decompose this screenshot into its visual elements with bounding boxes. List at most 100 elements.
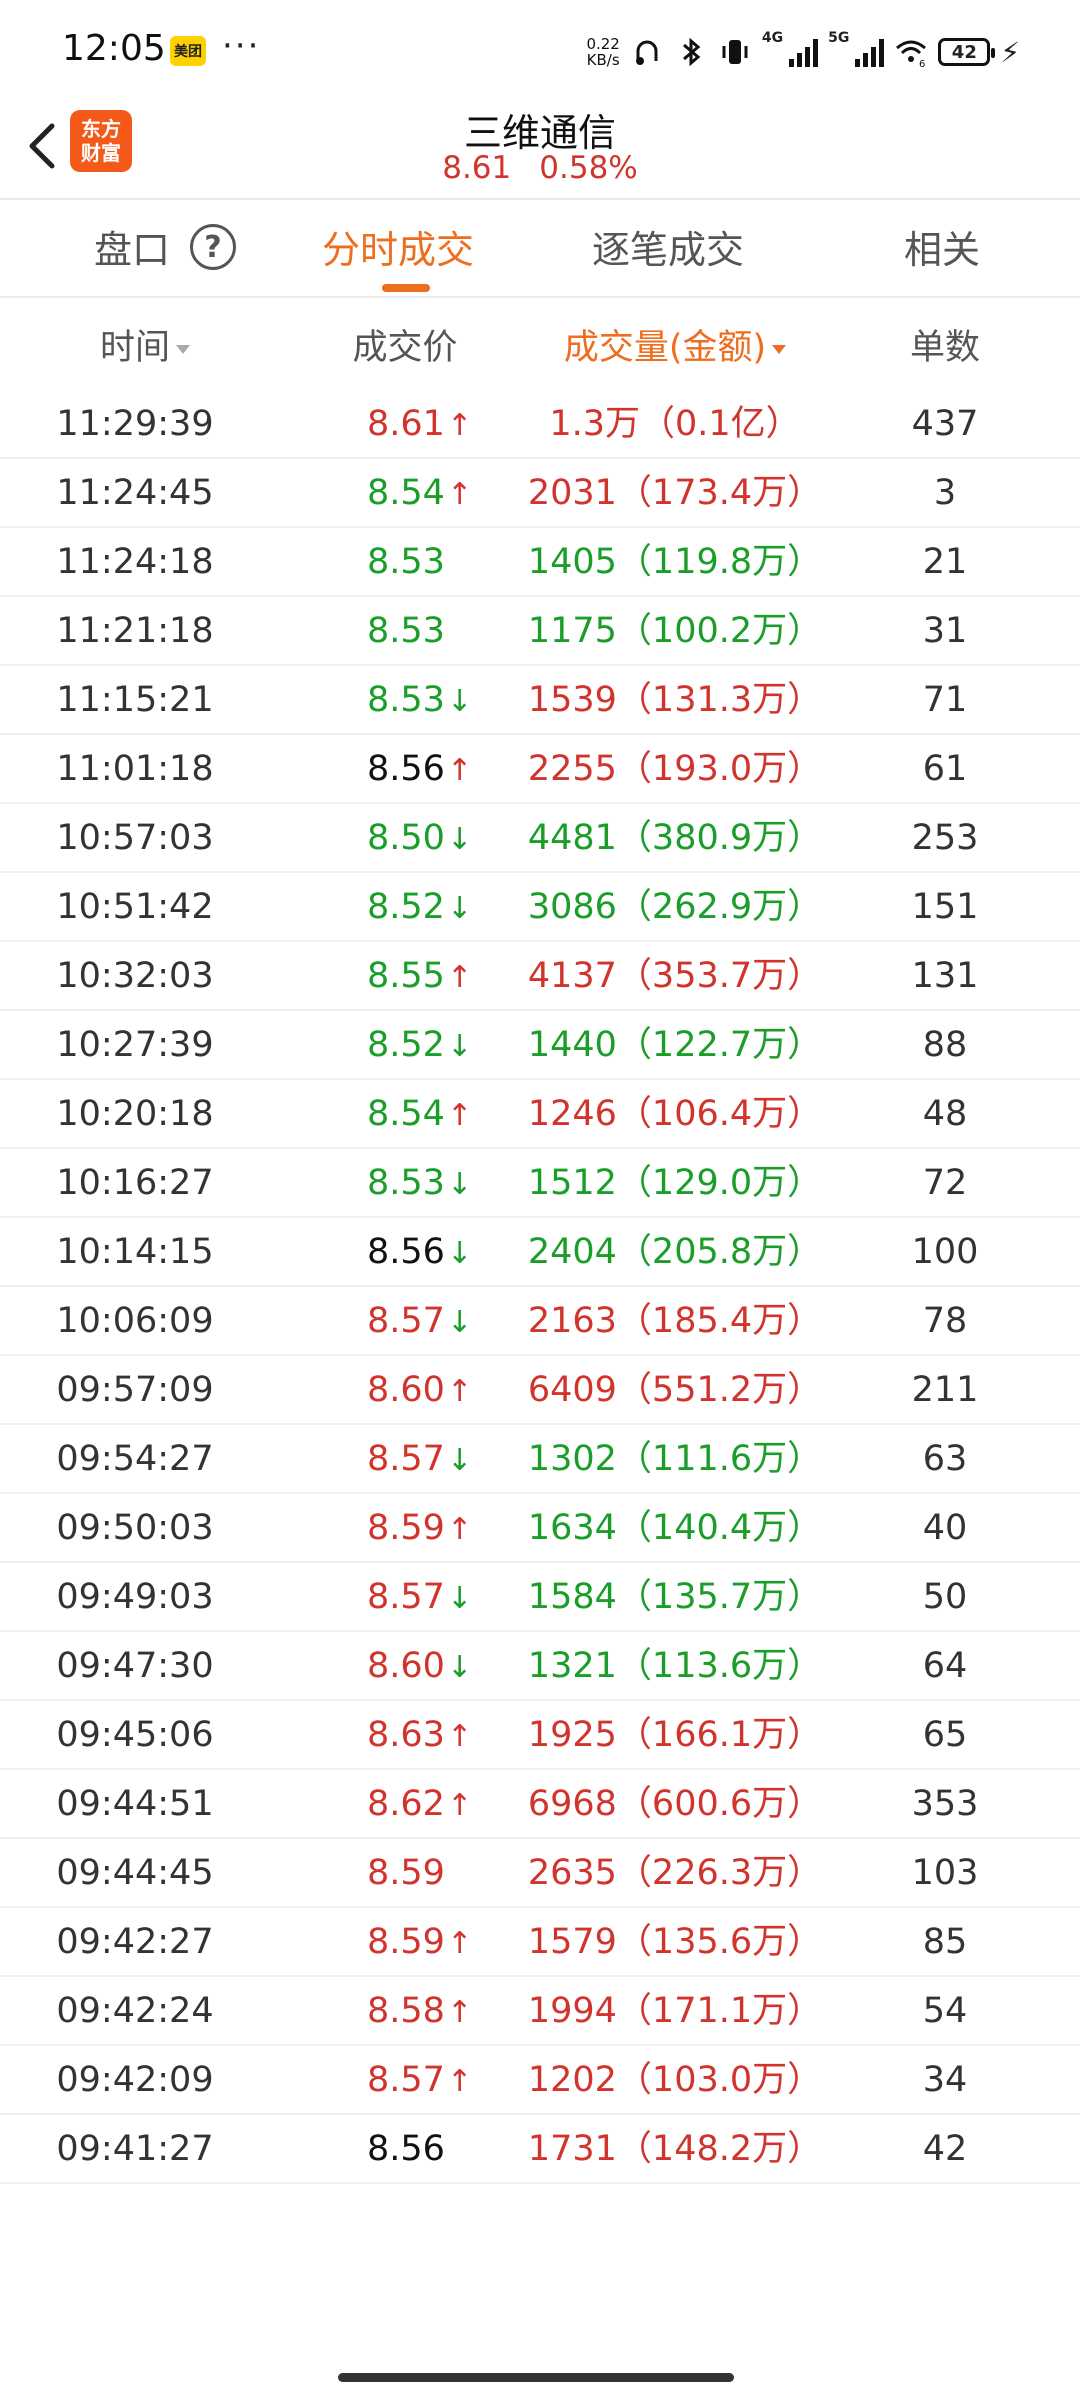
trade-time: 11:15:21 bbox=[56, 680, 214, 720]
arrow-down-icon: ↓ bbox=[446, 1581, 473, 1616]
trade-volume: 2404（205.8万） bbox=[527, 1232, 823, 1272]
trade-time: 10:27:39 bbox=[56, 1025, 214, 1065]
trade-time: 09:42:24 bbox=[56, 1991, 214, 2031]
trade-volume: 4137（353.7万） bbox=[527, 956, 823, 996]
trade-price: 8.53↓ bbox=[315, 666, 495, 735]
trade-price-value: 8.52 bbox=[367, 1025, 445, 1065]
trade-count: 61 bbox=[922, 749, 968, 789]
trade-count: 78 bbox=[922, 1301, 968, 1341]
trade-price-value: 8.53 bbox=[367, 680, 445, 720]
trade-time: 10:20:18 bbox=[56, 1094, 214, 1134]
sort-caret-icon bbox=[176, 344, 190, 354]
arrow-up-icon: ↑ bbox=[446, 1098, 473, 1133]
tab-related[interactable]: 相关 bbox=[904, 222, 980, 278]
arrow-up-icon: ↑ bbox=[446, 1995, 473, 2030]
trade-volume: 1.3万（0.1亿） bbox=[549, 404, 801, 444]
tab-order-book[interactable]: 盘口 bbox=[94, 222, 170, 278]
trade-time: 09:50:03 bbox=[56, 1508, 214, 1548]
trade-price-value: 8.53 bbox=[367, 1163, 445, 1203]
trade-price-value: 8.53 bbox=[367, 611, 445, 651]
trade-price: 8.57↓ bbox=[315, 1287, 495, 1356]
trade-volume: 1512（129.0万） bbox=[527, 1163, 823, 1203]
trade-volume: 1634（140.4万） bbox=[527, 1508, 823, 1548]
tab-tick-trades[interactable]: 逐笔成交 bbox=[592, 222, 744, 278]
table-row: 11:01:18 8.56↑ 2255（193.0万） 61 bbox=[0, 735, 1080, 804]
network-speed-unit: KB/s bbox=[586, 51, 620, 69]
stock-price: 8.61 bbox=[442, 150, 512, 186]
trade-price-value: 8.62 bbox=[367, 1784, 445, 1824]
stock-name: 三维通信 bbox=[463, 111, 616, 155]
trade-time: 10:06:09 bbox=[56, 1301, 214, 1341]
col-header-time[interactable]: 时间 bbox=[40, 318, 250, 378]
table-row: 09:47:30 8.60↓ 1321（113.6万） 64 bbox=[0, 1632, 1080, 1701]
table-row: 10:57:03 8.50↓ 4481（380.9万） 253 bbox=[0, 804, 1080, 873]
col-header-volume[interactable]: 成交量(金额) bbox=[520, 318, 830, 378]
trade-time: 09:49:03 bbox=[56, 1577, 214, 1617]
trade-time: 09:44:45 bbox=[56, 1853, 214, 1893]
arrow-down-icon: ↓ bbox=[446, 1650, 473, 1685]
trade-price: 8.52↓ bbox=[315, 873, 495, 942]
trade-volume: 2635（226.3万） bbox=[527, 1853, 823, 1893]
trade-price: 8.62↑ bbox=[315, 1770, 495, 1839]
trade-price: 8.57↓ bbox=[315, 1563, 495, 1632]
trade-price-value: 8.60 bbox=[367, 1646, 445, 1686]
trade-price: 8.60↓ bbox=[315, 1632, 495, 1701]
trade-volume: 2163（185.4万） bbox=[527, 1301, 823, 1341]
trade-count: 34 bbox=[922, 2060, 968, 2100]
trade-count: 253 bbox=[911, 818, 979, 858]
trade-price-value: 8.56 bbox=[367, 1232, 445, 1272]
trade-price: 8.59↑ bbox=[315, 1494, 495, 1563]
home-indicator[interactable] bbox=[338, 2373, 734, 2382]
table-row: 09:42:09 8.57↑ 1202（103.0万） 34 bbox=[0, 2046, 1080, 2115]
trade-price: 8.54↑ bbox=[315, 1080, 495, 1149]
trade-price-value: 8.63 bbox=[367, 1715, 445, 1755]
col-header-price-label: 成交价 bbox=[352, 328, 458, 368]
status-time: 12:05 bbox=[62, 28, 166, 69]
headphones-icon bbox=[635, 40, 658, 65]
arrow-down-icon: ↓ bbox=[446, 822, 473, 857]
col-header-time-label: 时间 bbox=[99, 328, 170, 368]
trade-price-value: 8.54 bbox=[367, 1094, 445, 1134]
trade-volume: 1731（148.2万） bbox=[527, 2129, 823, 2169]
arrow-up-icon: ↑ bbox=[446, 1719, 473, 1754]
network-speed: 0.22 KB/s bbox=[586, 36, 619, 68]
trade-price: 8.56↑ bbox=[315, 735, 495, 804]
col-header-count: 单数 bbox=[860, 318, 1030, 378]
trade-volume: 1246（106.4万） bbox=[527, 1094, 823, 1134]
trade-table[interactable]: 11:29:39 8.61↑ 1.3万（0.1亿） 437 11:24:45 8.54↑ 2… bbox=[0, 390, 1080, 2184]
table-row: 10:51:42 8.52↓ 3086（262.9万） 151 bbox=[0, 873, 1080, 942]
trade-price: 8.59↑ bbox=[315, 1908, 495, 1977]
trade-price-value: 8.52 bbox=[367, 887, 445, 927]
trade-count: 3 bbox=[933, 473, 957, 513]
trade-volume: 2255（193.0万） bbox=[527, 749, 823, 789]
trade-time: 09:54:27 bbox=[56, 1439, 214, 1479]
trade-price: 8.50↓ bbox=[315, 804, 495, 873]
network-5g-label: 5G bbox=[828, 30, 850, 46]
trade-volume: 3086（262.9万） bbox=[527, 887, 823, 927]
table-row: 10:16:27 8.53↓ 1512（129.0万） 72 bbox=[0, 1149, 1080, 1218]
arrow-up-icon: ↑ bbox=[446, 753, 473, 788]
arrow-down-icon: ↓ bbox=[446, 1236, 473, 1271]
tab-time-trades[interactable]: 分时成交 bbox=[322, 222, 474, 278]
trade-volume: 1994（171.1万） bbox=[527, 1991, 823, 2031]
help-icon[interactable]: ? bbox=[190, 224, 236, 270]
arrow-up-icon: ↑ bbox=[446, 408, 473, 443]
trade-count: 48 bbox=[922, 1094, 968, 1134]
battery-icon: 42 bbox=[938, 38, 996, 66]
trade-price: 8.53↓ bbox=[315, 1149, 495, 1218]
trade-time: 10:57:03 bbox=[56, 818, 214, 858]
trade-volume: 1925（166.1万） bbox=[527, 1715, 823, 1755]
trade-price: 8.54↑ bbox=[315, 459, 495, 528]
trade-time: 11:24:45 bbox=[56, 473, 214, 513]
bluetooth-icon bbox=[682, 37, 701, 67]
table-row: 09:50:03 8.59↑ 1634（140.4万） 40 bbox=[0, 1494, 1080, 1563]
trade-price-value: 8.61 bbox=[367, 404, 445, 444]
active-tab-indicator bbox=[382, 284, 430, 292]
trade-price-value: 8.53 bbox=[367, 542, 445, 582]
trade-price-value: 8.59 bbox=[367, 1508, 445, 1548]
col-header-count-label: 单数 bbox=[909, 328, 980, 368]
trade-time: 10:14:15 bbox=[56, 1232, 214, 1272]
trade-time: 09:42:27 bbox=[56, 1922, 214, 1962]
trade-volume: 1302（111.6万） bbox=[527, 1439, 823, 1479]
trade-count: 65 bbox=[922, 1715, 968, 1755]
